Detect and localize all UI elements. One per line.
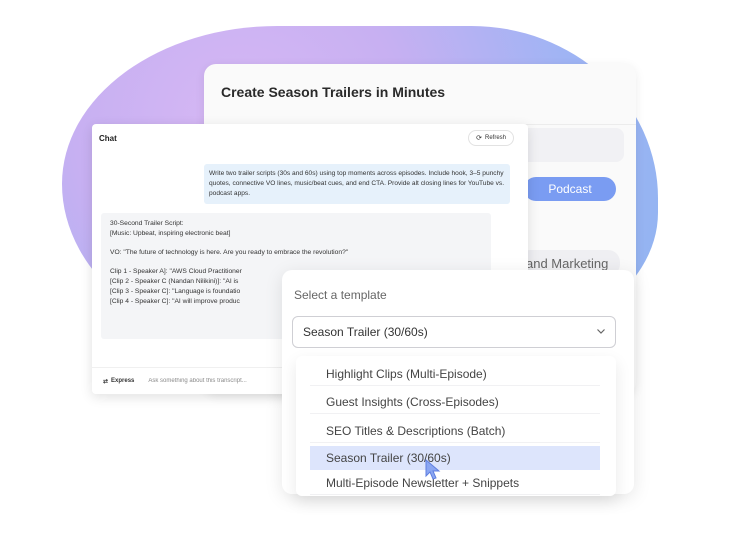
user-message: Write two trailer scripts (30s and 60s) … bbox=[204, 164, 510, 204]
template-dropdown: Highlight Clips (Multi-Episode) Guest In… bbox=[296, 356, 616, 496]
assistant-line: VO: "The future of technology is here. A… bbox=[110, 249, 349, 256]
chat-title: Chat bbox=[99, 134, 117, 143]
template-option[interactable]: Guest Insights (Cross-Episodes) bbox=[310, 390, 600, 414]
refresh-icon: ⟳ bbox=[476, 135, 482, 142]
assistant-line: [Music: Upbeat, inspiring electronic bea… bbox=[110, 230, 231, 237]
express-label: Express bbox=[111, 378, 135, 384]
template-option[interactable]: Multi-Episode Newsletter + Snippets bbox=[310, 471, 600, 495]
template-select[interactable]: Season Trailer (30/60s) bbox=[292, 316, 616, 348]
mouse-cursor-icon bbox=[425, 459, 441, 480]
swap-icon: ⇄ bbox=[103, 378, 109, 385]
template-option-selected[interactable]: Season Trailer (30/60s) bbox=[310, 446, 600, 470]
podcast-button[interactable]: Podcast bbox=[524, 177, 616, 201]
template-selected-value: Season Trailer (30/60s) bbox=[303, 325, 428, 339]
template-option[interactable]: Highlight Clips (Multi-Episode) bbox=[310, 362, 600, 386]
chevron-down-icon bbox=[597, 329, 605, 334]
card-title: Create Season Trailers in Minutes bbox=[221, 84, 446, 100]
express-toggle[interactable]: ⇄ Express bbox=[103, 378, 134, 385]
template-option[interactable]: SEO Titles & Descriptions (Batch) bbox=[310, 419, 600, 443]
refresh-button[interactable]: ⟳ Refresh bbox=[468, 130, 514, 146]
refresh-label: Refresh bbox=[484, 135, 506, 141]
template-label: Select a template bbox=[294, 288, 387, 302]
assistant-line: 30-Second Trailer Script: bbox=[110, 220, 184, 227]
